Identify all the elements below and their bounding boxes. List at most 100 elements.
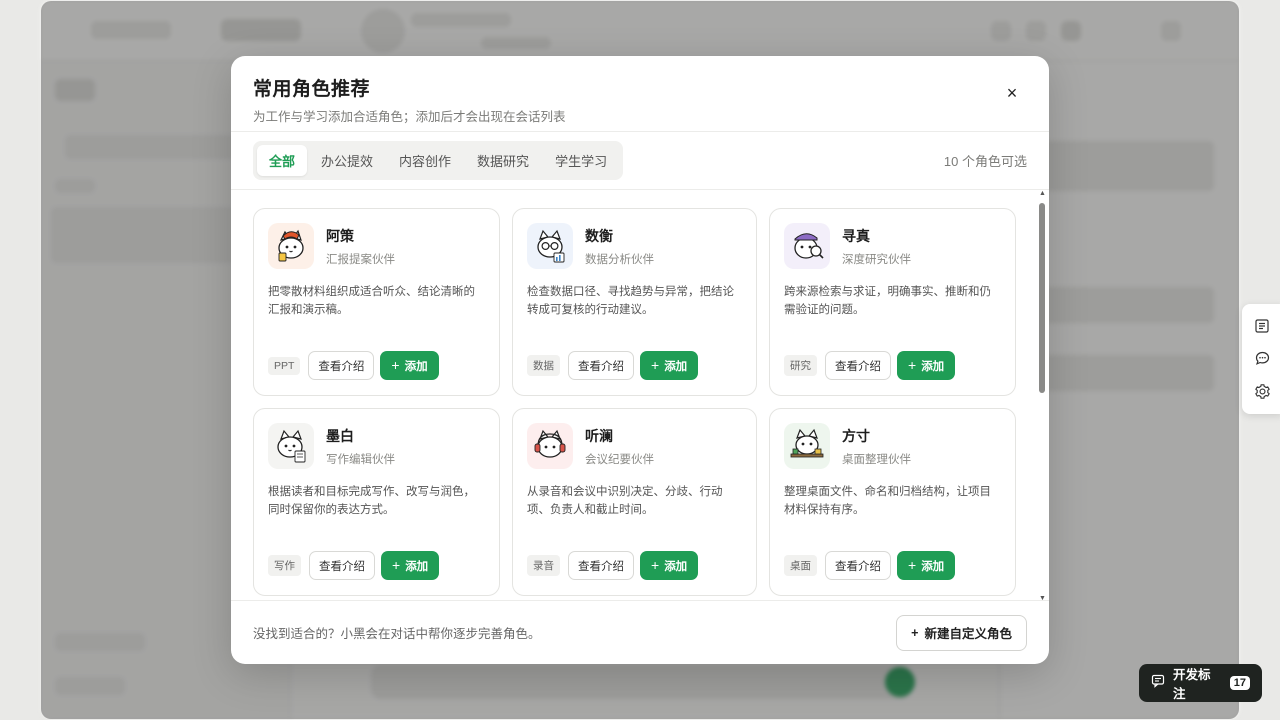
card-title-group: 阿策 汇报提案伙伴 [326,226,395,267]
role-tag: 桌面 [784,555,817,576]
plus-icon: + [391,357,400,373]
add-label: 添加 [664,560,688,573]
role-title: 桌面整理伙伴 [842,453,911,466]
modal-footer: 没找到适合的？小黑会在对话中帮你逐步完善角色。 + 新建自定义角色 [231,600,1049,664]
role-title: 会议纪要伙伴 [585,453,654,466]
view-intro-button[interactable]: 查看介绍 [308,351,375,380]
plus-icon: + [911,625,919,640]
cat-desk-icon [784,423,830,469]
plus-icon: + [392,557,401,573]
view-intro-button[interactable]: 查看介绍 [825,351,891,380]
card-title-group: 寻真 深度研究伙伴 [842,226,911,267]
card-header: 墨白 写作编辑伙伴 [268,423,485,469]
cat-detective-icon [784,223,830,269]
plus-icon: + [651,357,660,373]
card-header: 寻真 深度研究伙伴 [784,223,1001,269]
cat-fox-hat-icon [268,223,314,269]
role-card: 方寸 桌面整理伙伴 整理桌面文件、命名和归档结构，让项目材料保持有序。 桌面 查看介绍 +… [769,408,1016,596]
card-actions: 写作 查看介绍 + 添加 [268,551,440,580]
role-card: 阿策汇报提案伙伴把零散材料组织成适合听众、结论清晰的汇报和演示稿。 PPT 查看介绍… [253,208,500,396]
view-intro-button[interactable]: 查看介绍 [568,351,634,380]
role-name: 听澜 [585,427,613,444]
add-label: 添加 [664,360,688,373]
add-role-button[interactable]: + 添加 [897,551,956,580]
view-intro-button[interactable]: 查看介绍 [568,551,634,580]
add-role-button[interactable]: + 添加 [640,351,699,380]
tab-content[interactable]: 内容创作 [387,145,463,176]
card-actions: 桌面 查看介绍 + 添加 [784,551,956,580]
gear-icon[interactable] [1251,381,1273,403]
add-role-button[interactable]: + 添加 [897,351,956,380]
comment-icon [1151,674,1165,693]
tab-student[interactable]: 学生学习 [543,145,619,176]
card-actions: PPT 查看介绍 + 添加 [268,351,439,380]
role-title: 数据分析伙伴 [585,253,654,266]
cat-headphones-icon [527,423,573,469]
role-recommend-modal: 常用角色推荐 为工作与学习添加合适角色；添加后才会出现在会话列表 × 全部 办公… [231,56,1049,664]
scroll-up-icon[interactable]: ▲ [1039,190,1046,197]
role-tag: 录音 [527,555,560,576]
role-title: 写作编辑伙伴 [326,453,395,466]
floating-toolbar [1242,304,1280,414]
add-role-button[interactable]: + 添加 [380,351,439,380]
card-header: 阿策 汇报提案伙伴 [268,223,485,269]
category-tabs: 全部 办公提效 内容创作 数据研究 学生学习 [253,141,624,180]
add-label: 添加 [921,360,945,373]
add-label: 添加 [405,560,429,573]
plus-icon: + [651,557,660,573]
modal-title: 常用角色推荐 [253,79,371,100]
modal-subtitle: 为工作与学习添加合适角色；添加后才会出现在会话列表 [253,110,566,124]
dev-annotation-button[interactable]: 开发标注 17 [1139,664,1262,702]
role-description: 整理桌面文件、命名和归档结构，让项目材料保持有序。 [784,486,991,516]
modal-header: 常用角色推荐 为工作与学习添加合适角色；添加后才会出现在会话列表 × [231,56,1049,132]
card-title-group: 数衡 数据分析伙伴 [585,226,654,267]
dev-annotation-count: 17 [1229,676,1250,690]
card-header: 听澜 会议纪要伙伴 [527,423,742,469]
view-intro-button[interactable]: 查看介绍 [309,551,375,580]
card-header: 数衡 数据分析伙伴 [527,223,742,269]
plus-icon: + [908,357,917,373]
role-name: 数衡 [585,227,613,244]
scrollbar[interactable]: ▲ ▼ [1038,190,1046,602]
cat-writer-icon [268,423,314,469]
view-intro-button[interactable]: 查看介绍 [825,551,891,580]
role-description: 从录音和会议中识别决定、分歧、行动项、负责人和截止时间。 [527,486,723,516]
role-title: 汇报提案伙伴 [326,253,395,266]
card-title-group: 墨白 写作编辑伙伴 [326,426,395,467]
role-name: 阿策 [326,227,354,244]
cat-glasses-chart-icon [527,223,573,269]
role-name: 方寸 [842,427,870,444]
tabs-row: 全部 办公提效 内容创作 数据研究 学生学习 10 个角色可选 [231,132,1049,190]
card-actions: 数据 查看介绍 + 添加 [527,351,699,380]
add-role-button[interactable]: + 添加 [640,551,699,580]
role-tag: 数据 [527,355,560,376]
chat-bubble-icon[interactable] [1251,348,1273,370]
close-button[interactable]: × [1001,82,1023,104]
role-card-grid: 阿策汇报提案伙伴把零散材料组织成适合听众、结论清晰的汇报和演示稿。 PPT 查看介绍… [253,208,1016,596]
footer-hint: 没找到适合的？小黑会在对话中帮你逐步完善角色。 [253,627,541,641]
tab-data-research[interactable]: 数据研究 [465,145,541,176]
role-count: 10 个角色可选 [943,154,1027,169]
role-tag: 研究 [784,355,817,376]
role-tag: PPT [268,356,301,375]
card-title-group: 方寸 桌面整理伙伴 [842,426,911,467]
role-card-list[interactable]: 阿策汇报提案伙伴把零散材料组织成适合听众、结论清晰的汇报和演示稿。 PPT 查看介绍… [231,190,1049,600]
add-label: 添加 [404,360,428,373]
role-card: 墨白 写作编辑伙伴 根据读者和目标完成写作、改写与润色，同时保留你的表达方式。 写作查… [253,408,500,596]
role-description: 根据读者和目标完成写作、改写与润色，同时保留你的表达方式。 [268,486,475,516]
add-label: 添加 [921,560,945,573]
role-name: 墨白 [326,427,354,444]
add-role-button[interactable]: + 添加 [381,551,440,580]
new-custom-role-button[interactable]: + 新建自定义角色 [896,614,1027,651]
scroll-thumb[interactable] [1039,203,1045,393]
card-header: 方寸 桌面整理伙伴 [784,423,1001,469]
role-description: 把零散材料组织成适合听众、结论清晰的汇报和演示稿。 [268,286,475,316]
plus-icon: + [908,557,917,573]
tab-all[interactable]: 全部 [257,145,308,176]
card-actions: 研究 查看介绍 + 添加 [784,351,956,380]
tab-office[interactable]: 办公提效 [309,145,385,176]
role-description: 检查数据口径、寻找趋势与异常，把结论转成可复核的行动建议。 [527,286,734,316]
dev-annotation-label: 开发标注 [1173,668,1211,701]
role-title: 深度研究伙伴 [842,253,911,266]
document-icon[interactable] [1251,315,1273,337]
